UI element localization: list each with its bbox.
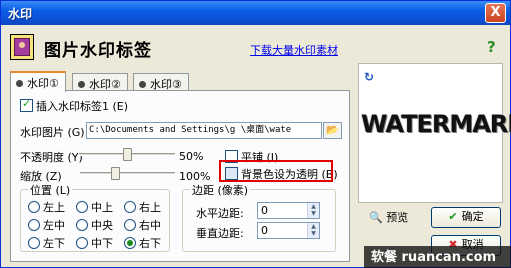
radio-button[interactable] bbox=[76, 219, 88, 231]
tab-bullet-icon bbox=[139, 81, 146, 88]
title-bar[interactable]: 水印 X bbox=[1, 1, 510, 25]
radio-button[interactable] bbox=[28, 237, 40, 249]
preview-button[interactable]: 🔍 预览 bbox=[369, 209, 408, 225]
help-icon[interactable]: ? bbox=[487, 38, 496, 56]
position-option[interactable]: 右中 bbox=[124, 217, 161, 233]
radio-button[interactable] bbox=[28, 219, 40, 231]
window-title: 水印 bbox=[8, 7, 33, 21]
checkmark-icon: ✔ bbox=[448, 210, 458, 223]
site-watermark-overlay: 软餐 ruancan.com bbox=[364, 246, 511, 268]
ok-button[interactable]: ✔ 确定 bbox=[431, 207, 501, 228]
position-option[interactable]: 左中 bbox=[28, 217, 65, 233]
browse-folder-icon[interactable]: 📂 bbox=[323, 122, 342, 139]
radio-button[interactable] bbox=[124, 201, 136, 213]
radio-button[interactable] bbox=[124, 219, 136, 231]
position-option[interactable]: 左下 bbox=[28, 235, 65, 251]
vertical-margin-spinner[interactable]: 0 ▲ ▼ bbox=[257, 222, 320, 239]
red-highlight-box bbox=[219, 160, 333, 182]
dialog-heading: 图片水印标签 bbox=[44, 41, 152, 61]
position-option[interactable]: 右上 bbox=[124, 199, 161, 215]
refresh-icon[interactable]: ↻ bbox=[364, 70, 374, 84]
position-option[interactable]: 中上 bbox=[76, 199, 113, 215]
horizontal-margin-label: 水平边距: bbox=[196, 207, 244, 220]
radio-button[interactable] bbox=[124, 237, 136, 249]
stamp-picture-icon bbox=[10, 34, 34, 60]
vertical-margin-label: 垂直边距: bbox=[196, 227, 244, 240]
radio-button[interactable] bbox=[76, 237, 88, 249]
tab-watermark-1[interactable]: 水印① bbox=[10, 71, 66, 92]
watermark-sample-text: WATERMARK bbox=[361, 110, 511, 138]
spinner-arrows-icon[interactable]: ▲ ▼ bbox=[307, 203, 319, 218]
slider-thumb[interactable] bbox=[111, 167, 120, 180]
watermark-image-label: 水印图片 (G): bbox=[20, 126, 89, 139]
watermark-image-path-input[interactable]: C:\Documents and Settings\g \桌面\wate bbox=[86, 122, 322, 139]
opacity-label: 不透明度 (Y) bbox=[20, 151, 83, 164]
tab-bullet-icon bbox=[78, 81, 85, 88]
download-watermark-link[interactable]: 下载大量水印素材 bbox=[250, 42, 338, 58]
spinner-arrows-icon[interactable]: ▲ ▼ bbox=[307, 223, 319, 238]
opacity-value: 50% bbox=[179, 150, 204, 163]
tab-bullet-icon bbox=[16, 80, 23, 87]
close-button[interactable]: X bbox=[485, 3, 506, 23]
radio-button[interactable] bbox=[28, 201, 40, 213]
watermark-dialog: 水印 X 图片水印标签 下载大量水印素材 ? 水印① 水印② 水印③ 插入水印标… bbox=[0, 0, 511, 268]
tab-watermark-3[interactable]: 水印③ bbox=[133, 73, 189, 91]
margins-group-title: 边距 (像素) bbox=[190, 182, 251, 198]
opacity-slider[interactable] bbox=[80, 148, 175, 161]
slider-thumb[interactable] bbox=[123, 148, 132, 161]
magnifier-icon: 🔍 bbox=[369, 211, 383, 224]
horizontal-margin-spinner[interactable]: 0 ▲ ▼ bbox=[257, 202, 320, 219]
slider-track bbox=[80, 172, 175, 175]
position-option[interactable]: 右下 bbox=[124, 235, 161, 251]
position-option[interactable]: 中央 bbox=[76, 217, 113, 233]
horizontal-margin-value: 0 bbox=[261, 204, 268, 217]
position-option[interactable]: 左上 bbox=[28, 199, 65, 215]
position-group-title: 位置 (L) bbox=[28, 182, 73, 198]
radio-button[interactable] bbox=[76, 201, 88, 213]
vertical-margin-value: 0 bbox=[261, 224, 268, 237]
position-option[interactable]: 中下 bbox=[76, 235, 113, 251]
insert-watermark-checkbox[interactable]: 插入水印标签1 (E) bbox=[20, 97, 128, 114]
scale-slider[interactable] bbox=[80, 167, 175, 180]
checkbox-box[interactable] bbox=[20, 97, 33, 112]
watermark-preview: ↻ WATERMARK bbox=[358, 63, 511, 203]
tab-watermark-2[interactable]: 水印② bbox=[72, 73, 128, 91]
